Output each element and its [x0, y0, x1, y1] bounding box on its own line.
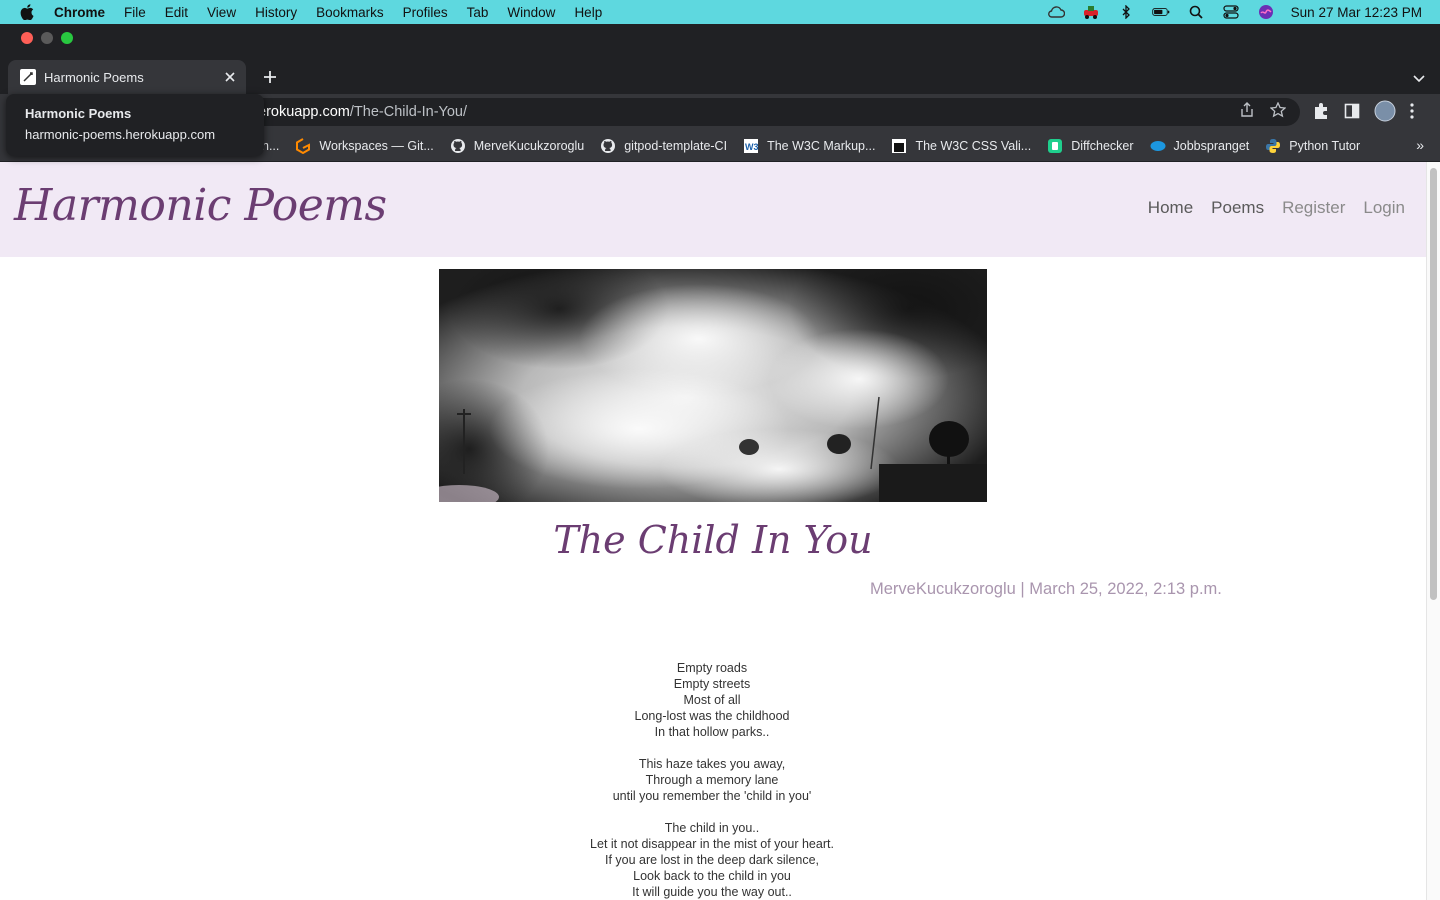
menu-bookmarks[interactable]: Bookmarks	[316, 5, 384, 20]
apple-icon[interactable]	[20, 4, 36, 20]
profile-avatar[interactable]	[1374, 100, 1396, 127]
poem-line: Look back to the child in you	[633, 869, 791, 883]
control-center-icon[interactable]	[1222, 5, 1240, 19]
bookmark-w3c-markup[interactable]: W3 The W3C Markup...	[743, 138, 875, 154]
menu-help[interactable]: Help	[574, 5, 602, 20]
github-icon	[600, 138, 616, 154]
poem-author-date: MerveKucukzoroglu | March 25, 2022, 2:13…	[870, 580, 1222, 598]
tab-search-chevron-icon[interactable]	[1413, 70, 1425, 88]
poem-line: until you remember the 'child in you'	[612, 789, 812, 803]
poem-line: In that hollow parks..	[654, 725, 770, 739]
poem-line: Most of all	[683, 693, 741, 707]
nav-poems-link[interactable]: Poems	[1211, 198, 1264, 218]
url-path: /The-Child-In-You/	[349, 104, 468, 120]
bookmark-gitpod-template[interactable]: gitpod-template-CI	[600, 138, 727, 154]
poem-stanza: Empty roads Empty streets Most of all Lo…	[0, 660, 1424, 740]
poem-line: Through a memory lane	[645, 773, 779, 787]
address-bar[interactable]: erokuapp.com/The-Child-In-You/	[112, 98, 1300, 126]
poem-line: It will guide you the way out..	[632, 885, 792, 899]
bluetooth-icon[interactable]	[1117, 5, 1135, 19]
siri-icon[interactable]	[1257, 5, 1275, 19]
poem-hero-image	[439, 269, 987, 502]
poem-line: This haze takes you away,	[638, 757, 786, 771]
macos-menu-bar: Chrome File Edit View History Bookmarks …	[0, 0, 1440, 24]
poem-line: Let it not disappear in the mist of your…	[590, 837, 834, 851]
tab-title: Harmonic Poems	[44, 69, 144, 85]
quill-favicon-icon	[20, 69, 36, 85]
hover-card-host: harmonic-poems.herokuapp.com	[25, 127, 216, 142]
poem-line: Empty streets	[673, 677, 751, 691]
bookmark-w3c-css[interactable]: The W3C CSS Vali...	[891, 138, 1031, 154]
bookmark-item[interactable]: h...	[262, 139, 279, 153]
poem-stanza: The child in you.. Let it not disappear …	[0, 820, 1424, 900]
bookmark-diffchecker[interactable]: Diffchecker	[1047, 138, 1134, 154]
new-tab-plus-icon[interactable]	[261, 68, 279, 86]
poem-line: The child in you..	[664, 821, 760, 835]
diffchecker-icon	[1047, 138, 1063, 154]
extensions-puzzle-icon[interactable]	[1312, 102, 1330, 125]
more-bookmarks-chevron[interactable]: »	[1416, 137, 1424, 153]
window-titlebar	[0, 24, 1440, 52]
window-close-button[interactable]	[21, 32, 33, 44]
site-navbar: Harmonic Poems Home Poems Register Login	[0, 162, 1426, 257]
page-scrollbar-thumb[interactable]	[1430, 168, 1437, 600]
bookmark-workspaces[interactable]: Workspaces — Git...	[295, 137, 434, 154]
menu-file[interactable]: File	[124, 5, 146, 20]
menu-window[interactable]: Window	[507, 5, 555, 20]
menu-profiles[interactable]: Profiles	[403, 5, 448, 20]
poem-line: If you are lost in the deep dark silence…	[604, 853, 819, 867]
tab-hover-card: Harmonic Poems harmonic-poems.herokuapp.…	[6, 94, 264, 156]
bookmark-github-profile[interactable]: MerveKucukzoroglu	[450, 138, 584, 154]
poem-line: Long-lost was the childhood	[634, 709, 790, 723]
window-zoom-button[interactable]	[61, 32, 73, 44]
nav-login-link[interactable]: Login	[1363, 198, 1405, 218]
menu-edit[interactable]: Edit	[165, 5, 188, 20]
url-host: erokuapp.com	[258, 104, 350, 120]
bookmark-python-tutor[interactable]: Python Tutor	[1265, 138, 1360, 154]
nav-register-link[interactable]: Register	[1282, 198, 1345, 218]
battery-icon[interactable]	[1151, 5, 1170, 19]
nav-home-link[interactable]: Home	[1148, 198, 1193, 218]
w3c-css-icon	[891, 138, 907, 154]
tab-close-icon[interactable]	[222, 69, 238, 85]
bookmark-star-icon[interactable]	[1269, 101, 1287, 123]
window-minimize-button[interactable]	[41, 32, 53, 44]
bookmark-jobbspranget[interactable]: Jobbspranget	[1150, 138, 1249, 154]
menu-view[interactable]: View	[207, 5, 236, 20]
side-panel-icon[interactable]	[1344, 103, 1360, 124]
web-page: Harmonic Poems Home Poems Register Login	[0, 162, 1426, 900]
menu-clock[interactable]: Sun 27 Mar 12:23 PM	[1291, 5, 1422, 20]
menu-tab[interactable]: Tab	[467, 5, 489, 20]
salesforce-icon	[1150, 138, 1166, 154]
github-icon	[450, 138, 466, 154]
share-icon[interactable]	[1240, 102, 1254, 123]
creative-cloud-icon[interactable]	[1047, 5, 1065, 19]
svg-text:W3: W3	[745, 142, 759, 152]
spotlight-search-icon[interactable]	[1187, 5, 1205, 19]
menu-app-chrome[interactable]: Chrome	[54, 5, 105, 20]
site-brand-logo[interactable]: Harmonic Poems	[14, 180, 387, 231]
menu-history[interactable]: History	[255, 5, 297, 20]
poem-stanza: This haze takes you away, Through a memo…	[0, 756, 1424, 804]
nav-links: Home Poems Register Login	[1148, 198, 1405, 218]
chrome-menu-kebab-icon[interactable]	[1410, 103, 1414, 124]
car-app-icon[interactable]	[1082, 5, 1100, 19]
python-icon	[1265, 138, 1281, 154]
poem-line: Empty roads	[676, 661, 748, 675]
hover-card-title: Harmonic Poems	[25, 106, 132, 121]
gitpod-icon	[295, 137, 311, 154]
w3c-icon: W3	[743, 138, 759, 154]
poem-body: Empty roads Empty streets Most of all Lo…	[0, 660, 1424, 900]
browser-tab-harmonic-poems[interactable]: Harmonic Poems	[8, 60, 246, 94]
poem-title: The Child In You	[553, 518, 873, 562]
